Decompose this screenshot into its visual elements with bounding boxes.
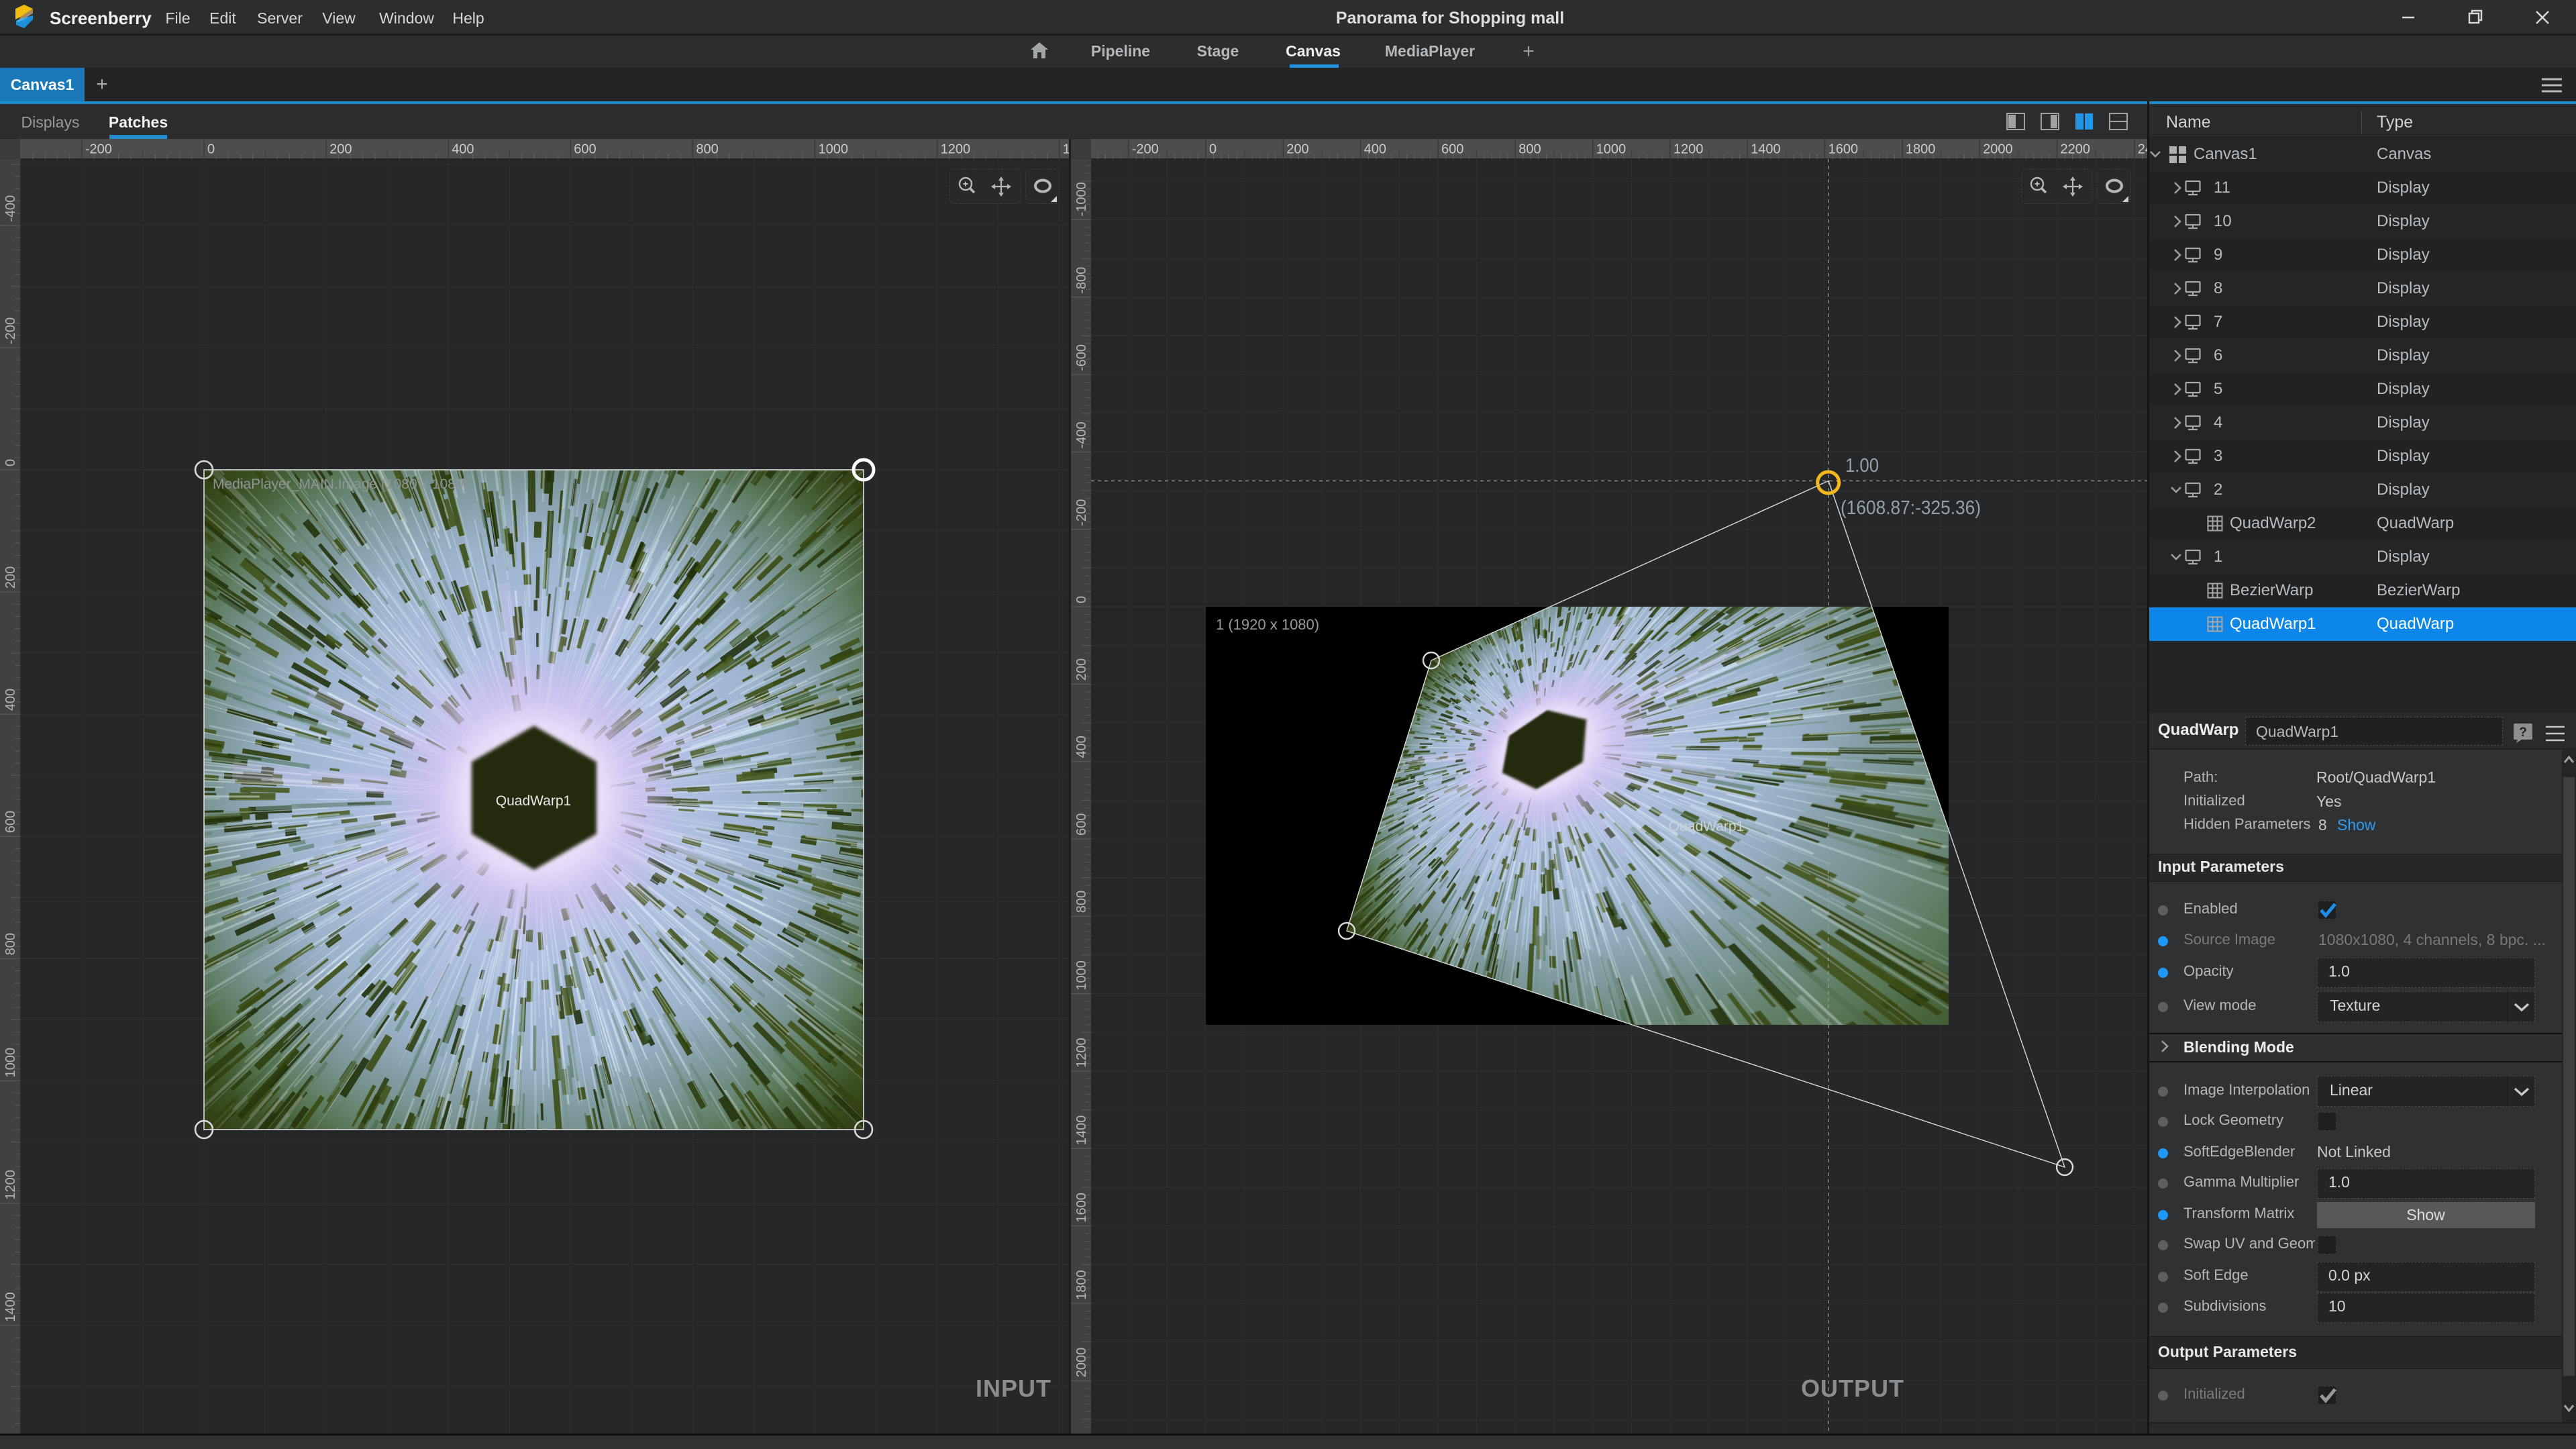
svg-text:800: 800 — [696, 142, 718, 157]
svg-text:0: 0 — [207, 142, 215, 157]
svg-text:0: 0 — [1209, 142, 1217, 157]
svg-text:MediaPlayer_MAIN.Image (1080 x: MediaPlayer_MAIN.Image (1080 x 1080) — [213, 477, 468, 492]
svg-text:1 (1920 x 1080): 1 (1920 x 1080) — [1216, 616, 1319, 633]
svg-text:200: 200 — [1286, 142, 1308, 157]
svg-text:-200: -200 — [1132, 142, 1159, 157]
svg-text:400: 400 — [452, 142, 474, 157]
svg-text:800: 800 — [1518, 142, 1541, 157]
svg-text:2400: 2400 — [2138, 142, 2147, 157]
svg-text:1800: 1800 — [1906, 142, 1936, 157]
svg-text:600: 600 — [1441, 142, 1463, 157]
svg-text:200: 200 — [329, 142, 352, 157]
svg-text:1000: 1000 — [1596, 142, 1627, 157]
svg-text:1.00: 1.00 — [1845, 455, 1879, 477]
svg-text:1600: 1600 — [1828, 142, 1859, 157]
svg-text:1200: 1200 — [941, 142, 971, 157]
svg-text:INPUT: INPUT — [976, 1375, 1051, 1402]
svg-text:OUTPUT: OUTPUT — [1801, 1375, 1904, 1402]
svg-text:1400: 1400 — [1751, 142, 1781, 157]
svg-text:600: 600 — [574, 142, 596, 157]
svg-text:400: 400 — [1364, 142, 1386, 157]
svg-text:-200: -200 — [85, 142, 112, 157]
svg-text:1200: 1200 — [1673, 142, 1704, 157]
svg-text:1400: 1400 — [1063, 142, 1069, 157]
svg-text:QuadWarp1: QuadWarp1 — [1669, 819, 1744, 834]
svg-text:QuadWarp1: QuadWarp1 — [496, 793, 571, 809]
svg-text:(1608.87:-325.36): (1608.87:-325.36) — [1841, 497, 1981, 519]
svg-text:2200: 2200 — [2061, 142, 2091, 157]
svg-text:?: ? — [2519, 726, 2527, 740]
svg-text:1000: 1000 — [819, 142, 849, 157]
svg-text:2000: 2000 — [1983, 142, 2013, 157]
